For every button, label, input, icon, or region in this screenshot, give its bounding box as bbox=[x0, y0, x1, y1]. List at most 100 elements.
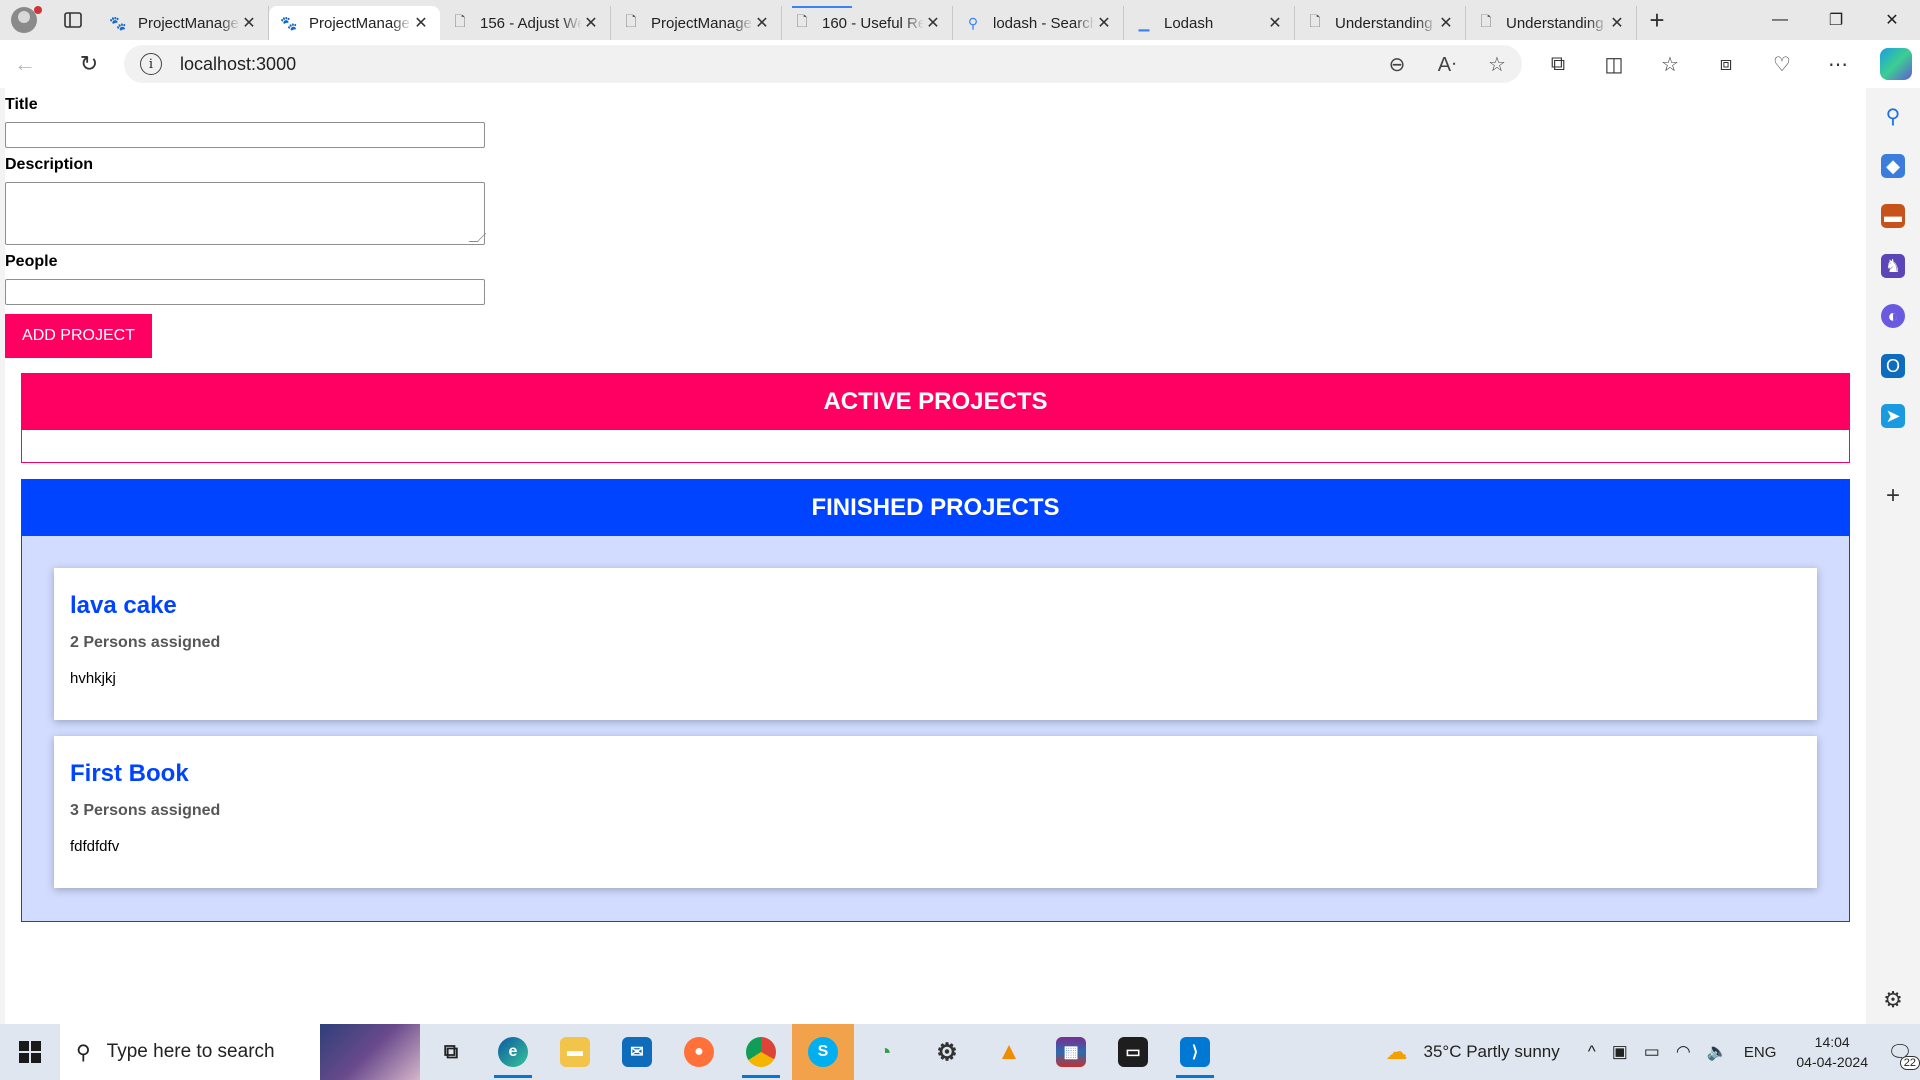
project-assigned: 3 Persons assigned bbox=[70, 802, 221, 819]
vscode-icon: ⟩ bbox=[1180, 1037, 1210, 1067]
send-icon[interactable]: ➤ bbox=[1881, 404, 1905, 428]
language-indicator[interactable]: ENG bbox=[1744, 1044, 1777, 1061]
meet-now-icon[interactable]: ▣ bbox=[1612, 1042, 1628, 1062]
edge-taskbar-button[interactable]: e bbox=[482, 1024, 544, 1080]
close-icon[interactable]: ✕ bbox=[1608, 13, 1626, 33]
shopping-tag-icon[interactable]: ◆ bbox=[1881, 154, 1905, 178]
finished-projects-section: FINISHED PROJECTS lava cake 2 Persons as… bbox=[21, 479, 1850, 922]
firefox-button[interactable]: ● bbox=[668, 1024, 730, 1080]
show-hidden-icons-icon[interactable]: ^ bbox=[1588, 1042, 1596, 1062]
mail-button[interactable]: ✉ bbox=[606, 1024, 668, 1080]
clock-time: 14:04 bbox=[1814, 1034, 1850, 1050]
more-options-icon[interactable]: ⋯ bbox=[1810, 52, 1866, 77]
speedtest-button[interactable]: ◔ bbox=[854, 1024, 916, 1080]
collections-icon[interactable]: ⧈ bbox=[1698, 53, 1754, 76]
tab-label: lodash - Search bbox=[993, 14, 1095, 32]
new-tab-button[interactable]: + bbox=[1637, 0, 1677, 40]
tab-label: Lodash bbox=[1164, 14, 1214, 32]
favorites-icon[interactable]: ☆ bbox=[1642, 52, 1698, 77]
back-button[interactable]: ← bbox=[0, 40, 50, 88]
url-field[interactable]: i localhost:3000 ⊖ Aᐧ ☆ bbox=[124, 45, 1522, 83]
page-content: Title Description People ADD PROJECT ACT… bbox=[5, 88, 1866, 1024]
browser-tab-bar: 🐾 ProjectManager ✕ 🐾 ProjectManager ✕ 🗋 … bbox=[0, 0, 1920, 40]
clock[interactable]: 14:04 04-04-2024 bbox=[1796, 1032, 1868, 1072]
tab-understanding-2[interactable]: 🗋 Understanding ✕ bbox=[1466, 6, 1637, 40]
tab-understanding-1[interactable]: 🗋 Understanding ✕ bbox=[1295, 6, 1466, 40]
split-screen-icon[interactable]: ◫ bbox=[1586, 52, 1642, 77]
chrome-button[interactable] bbox=[730, 1024, 792, 1080]
close-icon[interactable]: ✕ bbox=[1266, 13, 1284, 33]
add-project-button[interactable]: ADD PROJECT bbox=[5, 314, 152, 358]
wifi-icon[interactable]: ◠ bbox=[1676, 1042, 1691, 1062]
favorite-star-icon[interactable]: ☆ bbox=[1472, 52, 1522, 77]
browser-essentials-icon[interactable]: ♡ bbox=[1754, 52, 1810, 77]
plus-icon: + bbox=[1649, 4, 1665, 35]
close-icon[interactable]: ✕ bbox=[582, 13, 600, 33]
tab-projectmanager-3[interactable]: 🗋 ProjectManager ✕ bbox=[611, 6, 782, 40]
weather-icon[interactable]: ☁ bbox=[1385, 1039, 1407, 1065]
chrome-icon bbox=[746, 1037, 776, 1067]
start-button[interactable] bbox=[0, 1024, 60, 1080]
settings-gear-icon[interactable]: ⚙ bbox=[1881, 987, 1905, 1012]
refresh-icon: ↻ bbox=[79, 51, 99, 76]
skype-button[interactable]: S bbox=[792, 1024, 854, 1080]
task-view-button[interactable]: ⧉ bbox=[420, 1024, 482, 1080]
tab-actions-icon bbox=[64, 12, 82, 28]
restore-button[interactable]: ❐ bbox=[1808, 0, 1864, 40]
notification-count-badge: 22 bbox=[1899, 1056, 1920, 1070]
refresh-button[interactable]: ↻ bbox=[64, 40, 114, 88]
close-icon[interactable]: ✕ bbox=[240, 13, 258, 33]
read-aloud-icon[interactable]: Aᐧ bbox=[1422, 52, 1472, 77]
winrar-button[interactable]: ▦ bbox=[1040, 1024, 1102, 1080]
tab-projectmanager-1[interactable]: 🐾 ProjectManager ✕ bbox=[98, 6, 269, 40]
browser-toolbar: ⧉ ◫ ☆ ⧈ ♡ ⋯ bbox=[1530, 40, 1866, 88]
weather-text[interactable]: 35°C Partly sunny bbox=[1423, 1042, 1559, 1062]
document-icon: 🗋 bbox=[625, 13, 637, 29]
tab-actions-button[interactable] bbox=[48, 0, 98, 40]
tab-useful-resources[interactable]: 🗋 160 - Useful Resources ✕ bbox=[782, 6, 953, 40]
project-card[interactable]: lava cake 2 Persons assigned hvhkjkj bbox=[54, 568, 1817, 720]
tab-projectmanager-active[interactable]: 🐾 ProjectManager ✕ bbox=[269, 6, 440, 40]
file-explorer-button[interactable]: ▬ bbox=[544, 1024, 606, 1080]
tab-label: 160 - Useful Resources bbox=[822, 14, 924, 32]
people-input[interactable] bbox=[5, 279, 485, 305]
task-view-icon: ⧉ bbox=[443, 1040, 459, 1063]
tab-adjust-webpack[interactable]: 🗋 156 - Adjust Webpack ✕ bbox=[440, 6, 611, 40]
extensions-icon[interactable]: ⧉ bbox=[1530, 53, 1586, 76]
notification-dot bbox=[34, 6, 42, 14]
tools-icon[interactable]: ▬ bbox=[1881, 204, 1905, 228]
tab-label: ProjectManager bbox=[309, 14, 412, 32]
search-icon: ⚲ bbox=[76, 1041, 91, 1064]
search-icon[interactable]: ⚲ bbox=[1881, 104, 1905, 128]
close-icon[interactable]: ✕ bbox=[1095, 13, 1113, 33]
microsoft365-icon[interactable]: ◐ bbox=[1881, 304, 1905, 328]
volume-icon[interactable]: 🔈 bbox=[1707, 1042, 1728, 1062]
site-info-icon[interactable]: i bbox=[140, 53, 162, 75]
settings-button[interactable]: ⚙ bbox=[916, 1024, 978, 1080]
title-input[interactable] bbox=[5, 122, 485, 148]
close-icon[interactable]: ✕ bbox=[412, 13, 430, 33]
description-textarea[interactable] bbox=[5, 182, 485, 245]
project-card[interactable]: First Book 3 Persons assigned fdfdfdfv bbox=[54, 736, 1817, 888]
games-icon[interactable]: ♞ bbox=[1881, 254, 1905, 278]
add-sidebar-icon[interactable]: + bbox=[1881, 482, 1905, 509]
close-icon[interactable]: ✕ bbox=[753, 13, 771, 33]
profile-button[interactable] bbox=[0, 0, 48, 40]
copilot-icon[interactable] bbox=[1880, 48, 1912, 80]
zoom-icon[interactable]: ⊖ bbox=[1372, 52, 1422, 77]
vscode-button[interactable]: ⟩ bbox=[1164, 1024, 1226, 1080]
tab-lodash-search[interactable]: ⚲ lodash - Search ✕ bbox=[953, 6, 1124, 40]
notification-center-button[interactable]: 🗨 22 bbox=[1880, 1032, 1920, 1072]
close-icon[interactable]: ✕ bbox=[924, 13, 942, 33]
minimize-button[interactable]: — bbox=[1752, 0, 1808, 40]
terminal-button[interactable]: ▭ bbox=[1102, 1024, 1164, 1080]
battery-icon[interactable]: ▭ bbox=[1644, 1042, 1660, 1062]
tab-lodash[interactable]: ▁ Lodash ✕ bbox=[1124, 6, 1295, 40]
close-window-button[interactable]: ✕ bbox=[1864, 0, 1920, 40]
close-icon[interactable]: ✕ bbox=[1437, 13, 1455, 33]
taskbar-search-box[interactable]: ⚲ Type here to search bbox=[60, 1024, 420, 1080]
outlook-icon[interactable]: O bbox=[1881, 354, 1905, 378]
vlc-cone-icon: ▲ bbox=[997, 1038, 1021, 1065]
project-description: hvhkjkj bbox=[70, 670, 116, 687]
vlc-button[interactable]: ▲ bbox=[978, 1024, 1040, 1080]
